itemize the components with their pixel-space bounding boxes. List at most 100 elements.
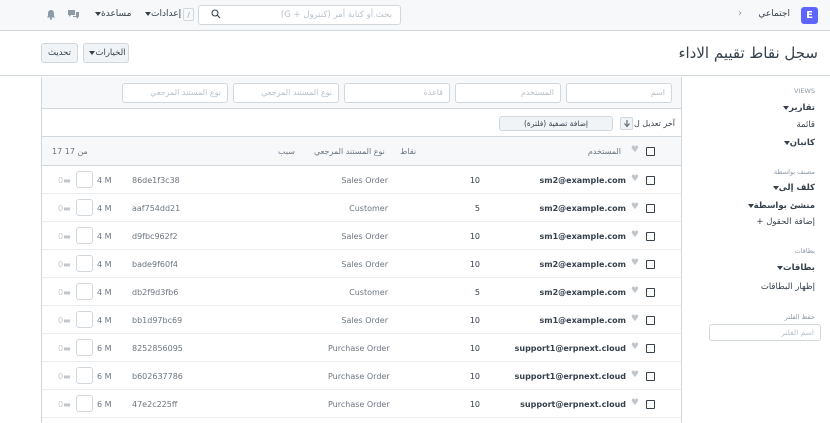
row-ref-doctype: Customer — [349, 288, 388, 297]
row-user[interactable]: support1@erpnext.cloud — [515, 344, 626, 353]
table-row[interactable]: ♥ support@erpnext.cloud 10 Purchase Orde… — [42, 390, 681, 418]
row-checkbox[interactable] — [646, 232, 655, 241]
filter-ref-doctype-extra-field[interactable]: نوع المستند المرجعي — [122, 83, 228, 103]
sort-label[interactable]: آخر تعديل ل — [634, 119, 675, 128]
select-all-checkbox[interactable] — [646, 147, 655, 156]
sidebar-item-reports[interactable]: تقارير — [780, 103, 815, 113]
comment-count[interactable]: 0▬ — [58, 232, 71, 241]
assigned-label: مصنف بواسطة — [773, 168, 815, 176]
like-heart-icon[interactable]: ♥ — [631, 230, 639, 240]
filter-ref-doctype-extra-text: نوع المستند المرجعي — [150, 88, 221, 97]
settings-menu[interactable]: إعدادات — [142, 9, 181, 19]
comment-count[interactable]: 0▬ — [58, 316, 71, 325]
row-points: 10 — [469, 400, 480, 409]
like-heart-icon[interactable]: ♥ — [631, 314, 639, 324]
sort-order-button[interactable] — [620, 117, 633, 130]
filter-name-input[interactable]: اسم الفلتر — [709, 324, 821, 341]
bell-icon[interactable] — [46, 9, 56, 20]
row-points: 10 — [469, 260, 480, 269]
sidebar-item-list[interactable]: قائمة — [797, 120, 816, 130]
like-heart-icon[interactable]: ♥ — [631, 342, 639, 352]
comment-count[interactable]: 0▬ — [58, 372, 71, 381]
navbar: E اجتماعي ‹ بحث أو كتابة أمر (كنترول + G… — [0, 0, 830, 31]
table-row[interactable]: ♥ sm2@example.com 10 Sales Order 86de1f3… — [42, 166, 681, 194]
filter-ref-doctype-field[interactable]: نوع المستند المرجعي — [233, 83, 339, 103]
row-checkbox[interactable] — [646, 344, 655, 353]
app-logo[interactable]: E — [801, 7, 818, 24]
help-menu[interactable]: مساعدة — [92, 9, 131, 19]
filter-user-field[interactable]: المستخدم — [455, 83, 561, 103]
comment-count[interactable]: 0▬ — [58, 400, 71, 409]
row-modified: 4 M — [97, 176, 112, 185]
row-checkbox[interactable] — [646, 316, 655, 325]
add-filter-button[interactable]: إضافة تصفية (فلترة) — [499, 116, 613, 131]
row-user[interactable]: sm2@example.com — [540, 288, 627, 297]
col-points: نقاط — [400, 147, 417, 156]
filter-name-text: اسم — [650, 88, 665, 97]
row-checkbox[interactable] — [646, 288, 655, 297]
table-row[interactable]: ♥ sm2@example.com 10 Sales Order bade9f6… — [42, 250, 681, 278]
table-row[interactable]: ♥ sm1@example.com 10 Sales Order d9fbc96… — [42, 222, 681, 250]
row-id: 47e2c225ff — [132, 400, 178, 409]
sidebar-item-kanban[interactable]: كانبان — [781, 138, 815, 148]
like-heart-icon[interactable]: ♥ — [631, 174, 639, 184]
like-heart-icon[interactable]: ♥ — [631, 258, 639, 268]
avatar — [76, 199, 93, 216]
row-user[interactable]: sm1@example.com — [540, 316, 627, 325]
row-id: aaf754dd21 — [132, 204, 181, 213]
chat-icon[interactable] — [67, 9, 80, 20]
comment-count[interactable]: 0▬ — [58, 344, 71, 353]
plus-icon: + — [756, 217, 767, 227]
sidebar-item-assigned-to[interactable]: كلف إلى — [770, 183, 815, 193]
comment-count[interactable]: 0▬ — [58, 204, 71, 213]
row-checkbox[interactable] — [646, 260, 655, 269]
show-tags-link[interactable]: إظهار البطاقات — [761, 282, 815, 292]
refresh-button[interactable]: تحديث — [41, 43, 78, 63]
search-icon — [211, 9, 221, 19]
settings-label: إعدادات — [151, 9, 182, 19]
row-checkbox[interactable] — [646, 400, 655, 409]
row-points: 10 — [469, 372, 480, 381]
row-checkbox[interactable] — [646, 372, 655, 381]
like-heart-icon[interactable]: ♥ — [631, 202, 639, 212]
table-row[interactable]: ♥ sm2@example.com 5 Customer db2f9d3fb6 … — [42, 278, 681, 306]
comment-count[interactable]: 0▬ — [58, 176, 71, 185]
table-row[interactable]: ♥ support1@erpnext.cloud 10 Purchase Ord… — [42, 362, 681, 390]
row-user[interactable]: sm2@example.com — [540, 176, 627, 185]
row-id: 8252856095 — [132, 344, 183, 353]
chevron-left-icon: ‹ — [738, 8, 742, 19]
comment-count[interactable]: 0▬ — [58, 260, 71, 269]
breadcrumb[interactable]: اجتماعي — [758, 9, 790, 19]
row-checkbox[interactable] — [646, 176, 655, 185]
row-checkbox[interactable] — [646, 204, 655, 213]
row-ref-doctype: Customer — [349, 204, 388, 213]
search-input[interactable]: بحث أو كتابة أمر (كنترول + G) — [198, 5, 401, 25]
like-heart-icon[interactable]: ♥ — [631, 286, 639, 296]
table-row[interactable]: ♥ sm1@example.com 10 Sales Order bb1d97b… — [42, 306, 681, 334]
row-user[interactable]: support1@erpnext.cloud — [515, 372, 626, 381]
page-head: سجل نقاط تقييم الاداء الخيارات تحديث — [0, 31, 830, 76]
row-user[interactable]: support@erpnext.cloud — [520, 400, 626, 409]
shortcut-key: / — [183, 8, 194, 21]
options-button[interactable]: الخيارات — [83, 43, 129, 63]
like-heart-icon[interactable]: ♥ — [631, 398, 639, 408]
row-user[interactable]: sm2@example.com — [540, 204, 627, 213]
row-user[interactable]: sm2@example.com — [540, 260, 627, 269]
avatar — [76, 171, 93, 188]
filter-rule-field[interactable]: قاعدة — [344, 83, 450, 103]
filter-name-field[interactable]: اسم — [566, 83, 672, 103]
row-ref-doctype: Purchase Order — [328, 372, 390, 381]
add-fields-link[interactable]: إضافة الحقول + — [756, 217, 815, 227]
sidebar-item-created-by[interactable]: منشئ بواسطة — [745, 201, 815, 211]
comment-icon: ▬ — [63, 316, 71, 325]
like-heart-icon[interactable]: ♥ — [631, 370, 639, 380]
table-row[interactable]: ♥ support1@erpnext.cloud 10 Purchase Ord… — [42, 334, 681, 362]
comment-count[interactable]: 0▬ — [58, 288, 71, 297]
sort-down-icon — [624, 120, 630, 128]
row-user[interactable]: sm1@example.com — [540, 232, 627, 241]
row-id: bb1d97bc69 — [132, 316, 183, 325]
sidebar-item-tags[interactable]: بطاقات — [774, 263, 815, 273]
page-title: سجل نقاط تقييم الاداء — [678, 44, 818, 62]
help-label: مساعدة — [101, 9, 132, 19]
table-row[interactable]: ♥ sm2@example.com 5 Customer aaf754dd21 … — [42, 194, 681, 222]
